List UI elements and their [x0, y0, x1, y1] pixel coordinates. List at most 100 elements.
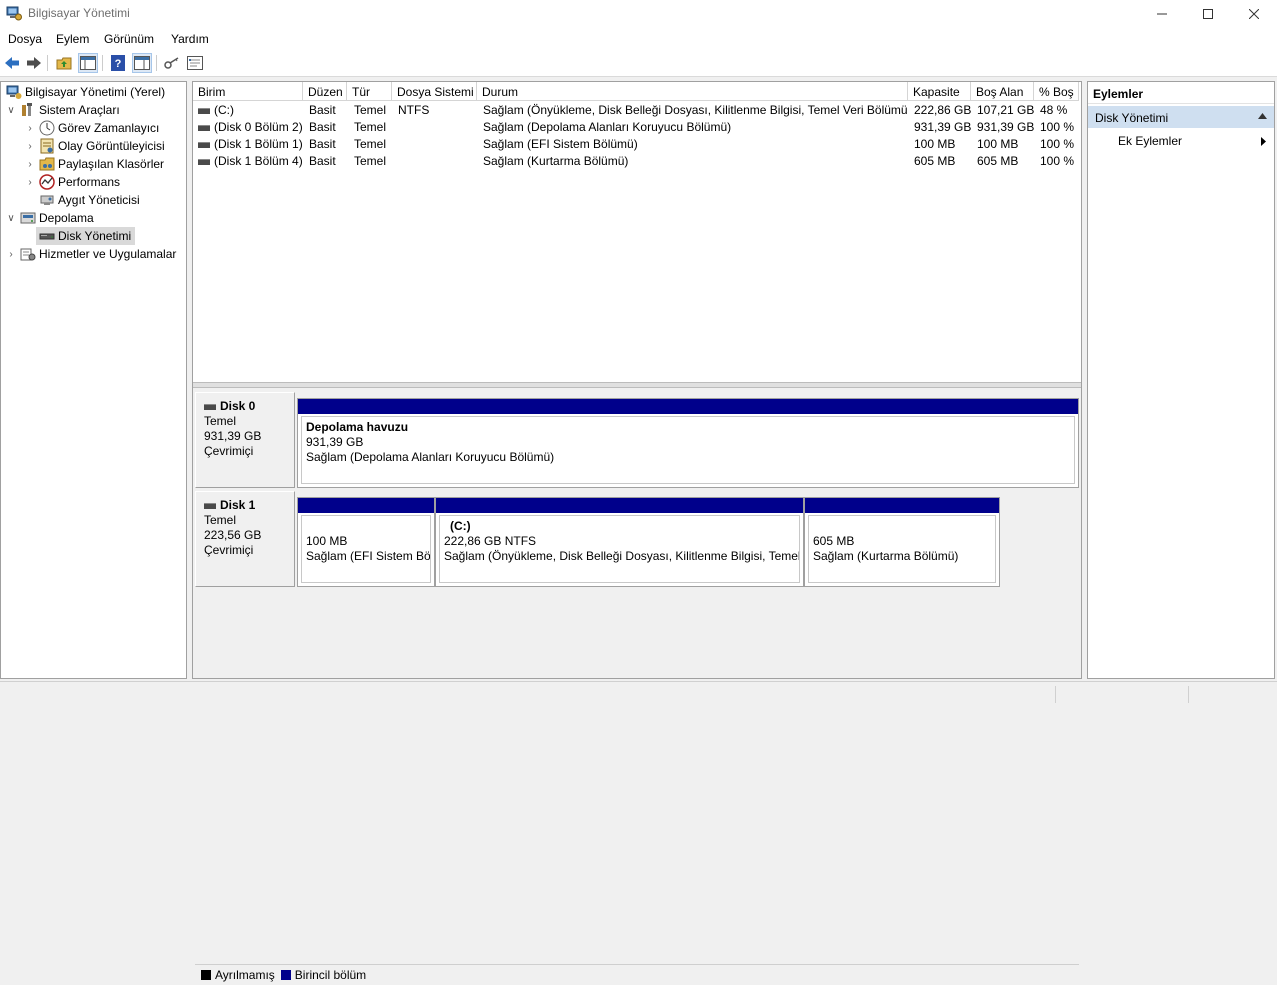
- services-icon: [20, 248, 36, 261]
- table-row[interactable]: (Disk 1 Bölüm 4) Basit Temel Sağlam (Kur…: [193, 153, 1081, 170]
- tree-label: Sistem Araçları: [39, 103, 120, 117]
- disk-name: Disk 0: [220, 399, 256, 413]
- cell-file-system: NTFS: [398, 103, 430, 117]
- col-header-file-system[interactable]: Dosya Sistemi: [392, 82, 477, 101]
- chevron-right-icon[interactable]: ›: [24, 159, 36, 170]
- action-pane-icon: [134, 56, 150, 70]
- close-icon: [1249, 9, 1259, 19]
- chevron-down-icon[interactable]: ∨: [5, 213, 17, 224]
- tree-item-root[interactable]: Bilgisayar Yönetimi (Yerel): [3, 83, 165, 101]
- cell-type: Temel: [354, 103, 387, 117]
- primary-partition-bar: [805, 498, 999, 513]
- tree-item-performance[interactable]: › Performans: [24, 173, 120, 191]
- partition-size: 222,86 GB NTFS: [444, 534, 537, 548]
- tree-label: Olay Görüntüleyicisi: [58, 139, 165, 153]
- disk-graph-view: Disk 0 Temel 931,39 GB Çevrimiçi Depolam…: [193, 388, 1081, 985]
- more-actions-item[interactable]: Ek Eylemler: [1118, 134, 1182, 148]
- tree-item-task-scheduler[interactable]: › Görev Zamanlayıcı: [24, 119, 159, 137]
- submenu-arrow-icon: [1261, 137, 1266, 146]
- more-actions-label: Ek Eylemler: [1118, 134, 1183, 148]
- storage-icon: [20, 212, 36, 224]
- close-button[interactable]: [1231, 0, 1277, 28]
- chevron-down-icon[interactable]: ∨: [5, 105, 17, 116]
- partition-status: Sağlam (Depolama Alanları Koruyucu Bölüm…: [306, 450, 555, 464]
- cell-percent-free: 48 %: [1040, 103, 1068, 117]
- col-header-free-space[interactable]: Boş Alan: [971, 82, 1034, 101]
- volume-icon: [198, 158, 210, 165]
- partition-recovery[interactable]: 605 MB Sağlam (Kurtarma Bölümü): [804, 497, 1000, 587]
- toolbar-separator: [156, 55, 157, 71]
- cell-status: Sağlam (EFI Sistem Bölümü): [483, 137, 638, 151]
- table-row[interactable]: (Disk 1 Bölüm 1) Basit Temel Sağlam (EFI…: [193, 136, 1081, 153]
- forward-button[interactable]: [24, 53, 44, 73]
- col-header-percent-free[interactable]: % Boş: [1034, 82, 1079, 101]
- tree-item-event-viewer[interactable]: › Olay Görüntüleyicisi: [24, 137, 165, 155]
- chevron-right-icon[interactable]: ›: [24, 141, 36, 152]
- back-button[interactable]: [2, 53, 22, 73]
- disk-size: 931,39 GB: [204, 429, 262, 443]
- partition-info: (C:) 222,86 GB NTFS Sağlam (Önyükleme, D…: [439, 515, 800, 583]
- col-header-type[interactable]: Tür: [347, 82, 392, 101]
- connect-button[interactable]: [162, 53, 182, 73]
- actions-section-disk-management[interactable]: Disk Yönetimi: [1088, 106, 1274, 128]
- toolbar-separator: [47, 55, 48, 71]
- tree-item-disk-management[interactable]: Disk Yönetimi: [36, 227, 136, 245]
- col-header-layout[interactable]: Düzen: [303, 82, 347, 101]
- minimize-icon: [1157, 13, 1167, 15]
- cell-free-space: 100 MB: [977, 137, 1019, 151]
- partition-storage-pool[interactable]: Depolama havuzu 931,39 GB Sağlam (Depola…: [297, 398, 1079, 488]
- menu-help[interactable]: Yardım: [171, 32, 209, 46]
- disk-management-icon: [39, 233, 55, 240]
- maximize-button[interactable]: [1185, 0, 1231, 28]
- properties-button[interactable]: [185, 53, 205, 73]
- disk-management-pane: Birim Düzen Tür Dosya Sistemi Durum Kapa…: [192, 81, 1082, 985]
- tree-item-shared-folders[interactable]: › Paylaşılan Klasörler: [24, 155, 164, 173]
- partition-size: 100 MB: [306, 534, 348, 548]
- disk-1-label[interactable]: Disk 1 Temel 223,56 GB Çevrimiçi: [195, 491, 295, 587]
- tree-item-services[interactable]: › Hizmetler ve Uygulamalar: [5, 245, 176, 263]
- cell-status: Sağlam (Önyükleme, Disk Belleği Dosyası,…: [483, 103, 907, 117]
- disk-state: Çevrimiçi: [204, 444, 254, 458]
- computer-management-icon: [6, 6, 22, 21]
- tree-item-system-tools[interactable]: ∨ Sistem Araçları: [5, 101, 120, 119]
- table-row[interactable]: (Disk 0 Bölüm 2) Basit Temel Sağlam (Dep…: [193, 119, 1081, 136]
- minimize-button[interactable]: [1139, 0, 1185, 28]
- actions-header: Eylemler: [1088, 82, 1274, 104]
- help-button[interactable]: ?: [108, 53, 128, 73]
- cell-layout: Basit: [309, 120, 336, 134]
- tree-label: Görev Zamanlayıcı: [58, 121, 160, 135]
- actions-section-label: Disk Yönetimi: [1095, 111, 1169, 125]
- cell-capacity: 605 MB: [914, 154, 956, 168]
- volume-icon: [198, 124, 210, 131]
- partition-c[interactable]: (C:) 222,86 GB NTFS Sağlam (Önyükleme, D…: [435, 497, 804, 587]
- tools-icon: [22, 103, 32, 116]
- clock-icon: [39, 120, 55, 136]
- partition-size: 605 MB: [813, 534, 855, 548]
- computer-management-icon: [6, 85, 22, 99]
- up-folder-button[interactable]: [54, 53, 74, 73]
- chevron-right-icon[interactable]: ›: [5, 249, 17, 260]
- partition-status: Sağlam (EFI Sistem Bölü: [306, 549, 431, 563]
- menu-action[interactable]: Eylem: [56, 32, 89, 46]
- disk-type: Temel: [204, 513, 237, 527]
- chevron-right-icon[interactable]: ›: [24, 123, 36, 134]
- cell-volume: (Disk 1 Bölüm 1): [198, 137, 302, 154]
- menu-view[interactable]: Görünüm: [104, 32, 154, 46]
- status-divider: [1188, 686, 1189, 703]
- table-row[interactable]: (C:) Basit Temel NTFS Sağlam (Önyükleme,…: [193, 102, 1081, 119]
- disk-0-label[interactable]: Disk 0 Temel 931,39 GB Çevrimiçi: [195, 392, 295, 488]
- chevron-right-icon[interactable]: ›: [24, 177, 36, 188]
- cell-volume: (Disk 1 Bölüm 4): [198, 154, 302, 171]
- col-header-volume[interactable]: Birim: [193, 82, 303, 101]
- show-hide-tree-button[interactable]: [78, 53, 98, 73]
- show-hide-action-pane-button[interactable]: [132, 53, 152, 73]
- maximize-icon: [1203, 9, 1213, 19]
- menu-file[interactable]: Dosya: [8, 32, 42, 46]
- tree-item-storage[interactable]: ∨ Depolama: [5, 209, 93, 227]
- col-header-status[interactable]: Durum: [477, 82, 908, 101]
- cell-layout: Basit: [309, 103, 336, 117]
- partition-efi[interactable]: 100 MB Sağlam (EFI Sistem Bölü: [297, 497, 435, 587]
- col-header-capacity[interactable]: Kapasite: [908, 82, 971, 101]
- tree-item-device-manager[interactable]: Aygıt Yöneticisi: [36, 191, 140, 209]
- collapse-up-icon[interactable]: [1258, 113, 1267, 119]
